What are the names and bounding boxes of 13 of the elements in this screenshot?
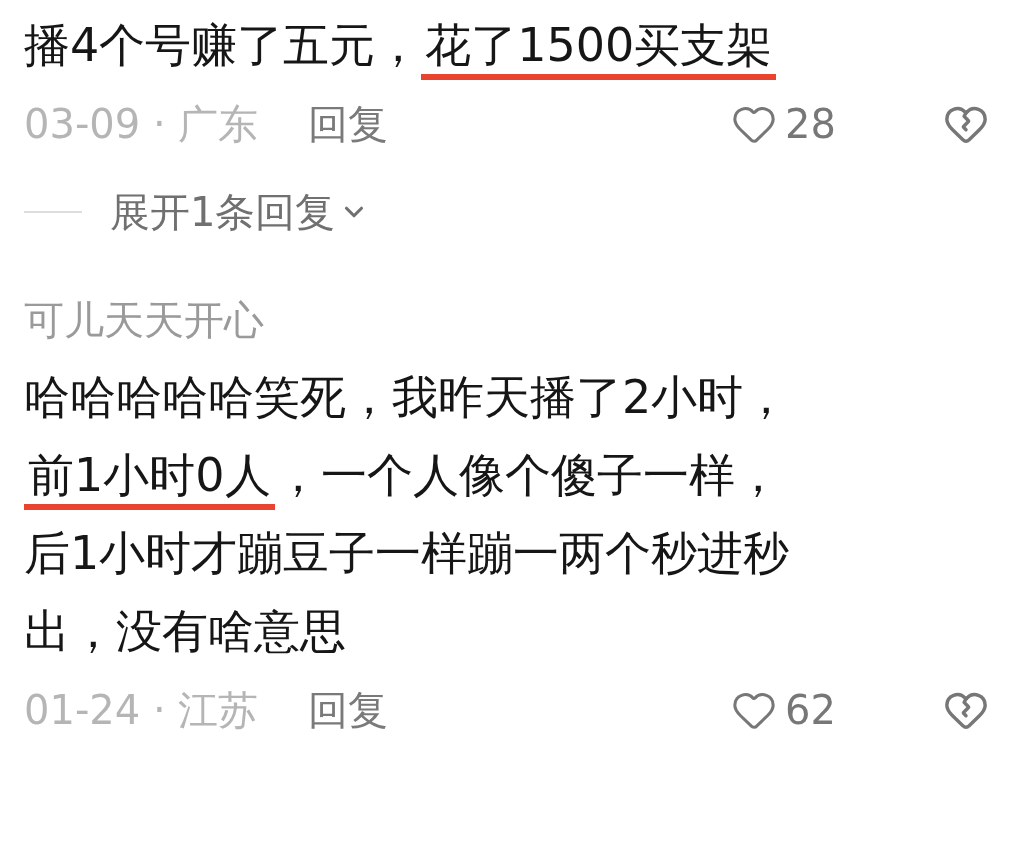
comment-text: 哈哈哈哈哈笑死，我昨天播了2小时， (24, 369, 790, 426)
like-count: 28 (785, 100, 837, 149)
comment-text: 播4个号赚了五元，花了1500买支架 (24, 6, 777, 84)
like-count: 62 (785, 686, 837, 735)
date-location: 03-09 · 广东 (24, 100, 259, 149)
expand-replies-button[interactable]: 展开1条回复 (110, 182, 370, 242)
comment-text: 后1小时才蹦豆子一样蹦一两个秒进秒 (24, 525, 790, 582)
comment-text: 出，没有啥意思 (24, 603, 346, 660)
username[interactable]: 可儿天天开心 (24, 292, 264, 348)
reply-button[interactable]: 回复 (308, 680, 389, 740)
date-location: 01-24 · 江苏 (24, 686, 259, 735)
reply-button[interactable]: 回复 (308, 94, 389, 154)
comment-text: 前1小时0人，一个人像个傻子一样， (24, 436, 781, 514)
